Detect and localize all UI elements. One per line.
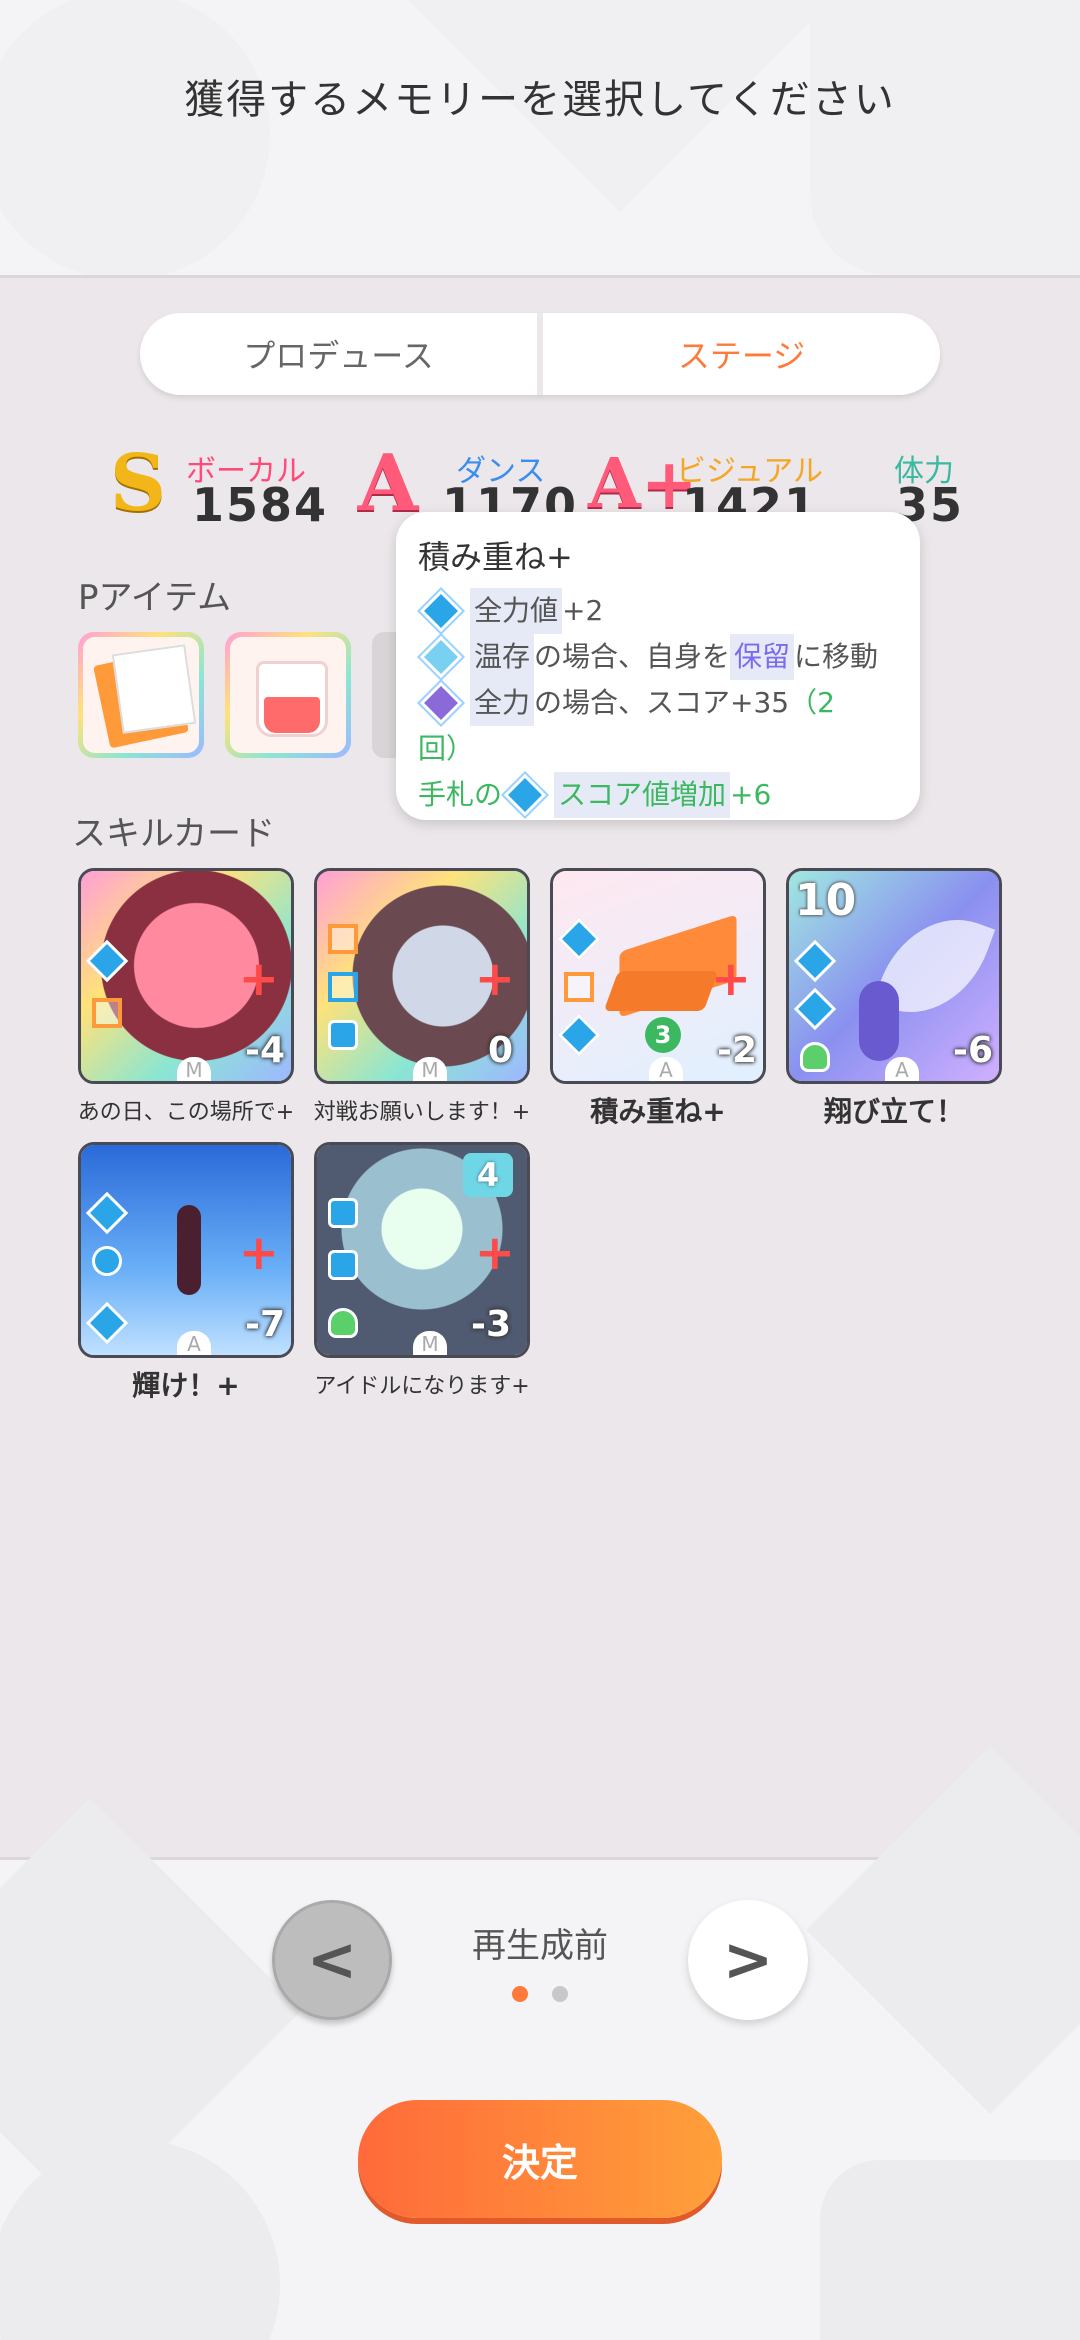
tooltip-line-4: 手札の スコア値増加 +6 — [418, 772, 898, 818]
tooltip-line-3b: 回） — [418, 732, 475, 765]
tab-stage[interactable]: ステージ — [543, 313, 940, 395]
plus-icon: + — [238, 951, 279, 1007]
tooltip-key-2: 温存 — [470, 634, 535, 680]
skill-card-2[interactable]: + 0 M — [314, 868, 530, 1084]
prev-button[interactable]: < — [272, 1900, 392, 2020]
card-level: 10 — [795, 875, 857, 926]
skill-card-5[interactable]: + -7 A — [78, 1142, 294, 1358]
square-icon — [87, 993, 127, 1033]
tree-icon — [795, 1037, 835, 1077]
skill-card-4[interactable]: 10 -6 A — [786, 868, 1002, 1084]
card-type-letter: M — [413, 1331, 447, 1355]
bg-rect-bottom-right — [820, 2160, 1080, 2340]
tooltip-hold-link[interactable]: 保留 — [730, 634, 795, 680]
card-cost: -2 — [717, 1030, 757, 1071]
square-icon — [323, 919, 363, 959]
tooltip-text-2b: に移動 — [794, 640, 879, 673]
tooltip-line-1: 全力値 +2 — [418, 588, 898, 634]
tooltip-key-1: 全力値 — [470, 588, 563, 634]
card-name-4: 翔び立て！ — [823, 1095, 964, 1128]
page-title: 獲得するメモリーを選択してください — [184, 76, 896, 123]
grade-badge-vocal: S — [109, 438, 167, 529]
card-cost: 0 — [487, 1030, 513, 1071]
tooltip-key-4: スコア値増加 — [554, 772, 731, 818]
tooltip-title: 積み重ね+ — [418, 538, 573, 576]
cycle-icon — [557, 1013, 601, 1057]
clock-icon — [87, 1241, 127, 1281]
plus-icon: + — [474, 1225, 515, 1281]
tooltip-text-1: +2 — [562, 594, 604, 627]
tooltip-key-3: 全力 — [470, 680, 535, 726]
p-item-candle[interactable] — [225, 632, 351, 758]
p-item-document[interactable] — [78, 632, 204, 758]
card-tooltip: 積み重ね+ 全力値 +2 温存 の場合、自身を 保留 に移動 全力 の場合、スコ… — [396, 512, 920, 820]
card-cost: -6 — [953, 1030, 993, 1071]
full-power-icon — [419, 589, 463, 633]
tooltip-line-2: 温存 の場合、自身を 保留 に移動 — [418, 634, 898, 680]
card-name-1: あの日、この場所で+ — [77, 1100, 295, 1125]
skill-card-3[interactable]: + 3 -2 A — [550, 868, 766, 1084]
card-type-letter: A — [649, 1057, 683, 1081]
confirm-button[interactable]: 決定 — [358, 2100, 722, 2218]
diamond-icon — [85, 1191, 129, 1235]
page-dot-active[interactable] — [512, 1986, 528, 2002]
card-name-3: 積み重ね+ — [590, 1095, 726, 1128]
plus-one-icon — [323, 1245, 363, 1285]
battery-icon — [323, 1193, 363, 1233]
card-type-letter: M — [413, 1057, 447, 1081]
square-blue-icon — [323, 967, 363, 1007]
tooltip-text-3: の場合、スコア+35 — [534, 686, 790, 719]
tab-bar: プロデュース ステージ — [140, 313, 940, 395]
tooltip-green-3: （2 — [789, 686, 835, 719]
header: 獲得するメモリーを選択してください — [0, 0, 1080, 275]
tooltip-line-3: 全力 の場合、スコア+35 （2 — [418, 680, 898, 726]
plus-icon: + — [710, 951, 751, 1007]
card-type-letter: A — [885, 1057, 919, 1081]
section-title-skill-cards: スキルカード — [72, 814, 275, 854]
card-count: 3 — [645, 1017, 681, 1053]
chevron-right-icon: > — [722, 1925, 774, 1995]
card-name-5: 輝け！+ — [132, 1369, 240, 1402]
tooltip-text-4a: 手札の — [418, 778, 503, 811]
plus-icon: + — [474, 951, 515, 1007]
card-badge: 4 — [463, 1153, 513, 1197]
card-name-6: アイドルになります+ — [314, 1374, 530, 1399]
tooltip-text-2a: の場合、自身を — [534, 640, 731, 673]
next-button[interactable]: > — [688, 1900, 808, 2020]
card-type-letter: M — [177, 1057, 211, 1081]
skill-card-1[interactable]: + -4 M — [78, 868, 294, 1084]
diamond-icon — [793, 939, 837, 983]
candle-icon — [230, 637, 346, 753]
skill-card-6[interactable]: 4 + -3 M — [314, 1142, 530, 1358]
section-title-p-items: Pアイテム — [78, 578, 232, 618]
plus-one-icon — [323, 1015, 363, 1055]
card-type-letter: A — [177, 1331, 211, 1355]
chevron-left-icon: < — [306, 1925, 358, 1995]
card-cost: -4 — [245, 1030, 285, 1071]
tooltip-text-4b: +6 — [730, 778, 772, 811]
stat-value-vocal: 1584 — [192, 478, 329, 532]
diamond-icon — [85, 939, 129, 983]
reserve-icon — [419, 635, 463, 679]
cycle-icon — [85, 1301, 129, 1345]
plus-icon: + — [238, 1225, 279, 1281]
full-power-star-icon — [419, 681, 463, 725]
cycle-icon — [793, 987, 837, 1031]
card-cost: -3 — [471, 1304, 511, 1345]
card-cost: -7 — [245, 1304, 285, 1345]
tree-icon — [323, 1303, 363, 1343]
card-name-2: 対戦お願いします！+ — [313, 1100, 531, 1125]
score-up-icon — [503, 773, 547, 817]
page-dot-inactive[interactable] — [552, 1986, 568, 2002]
diamond-icon — [557, 917, 601, 961]
tab-produce[interactable]: プロデュース — [140, 313, 537, 395]
document-icon — [83, 637, 199, 753]
page-label: 再生成前 — [472, 1926, 608, 1966]
stat-vocal: S ボーカル 1584 — [100, 438, 326, 533]
square-icon — [559, 967, 599, 1007]
